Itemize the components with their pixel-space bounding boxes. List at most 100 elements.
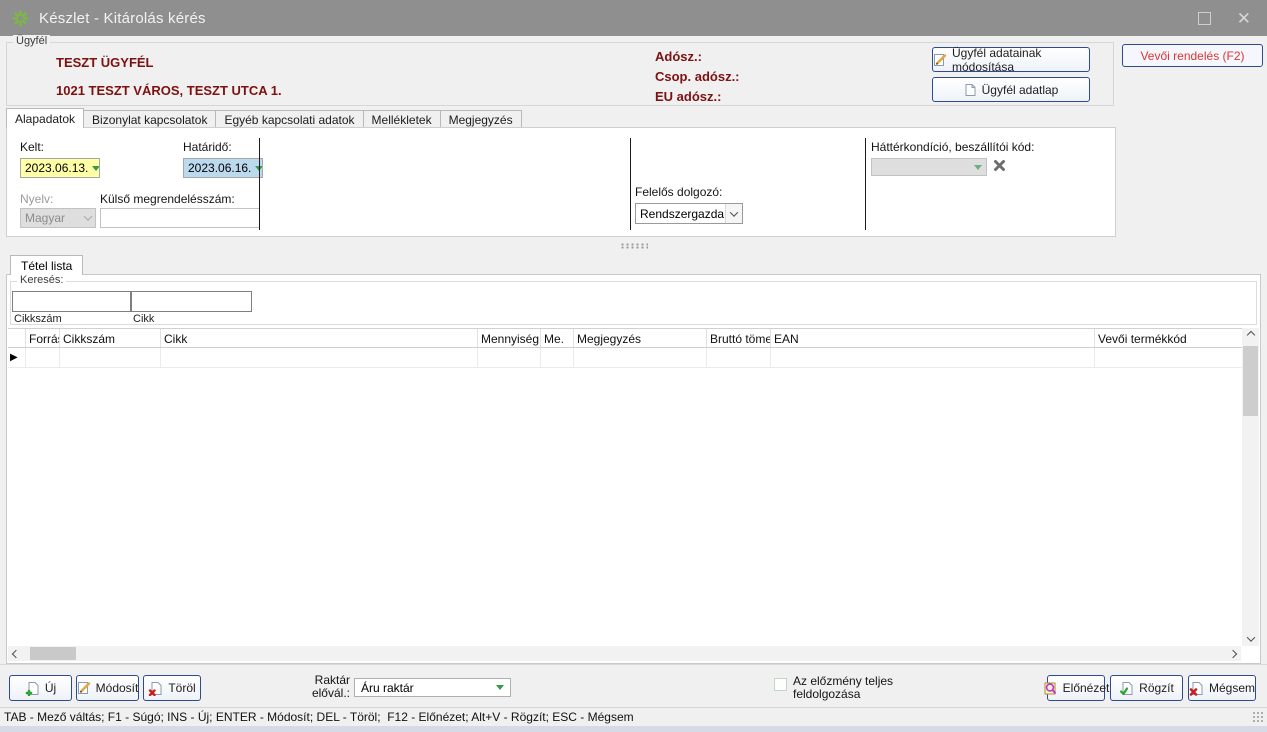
document-icon (964, 83, 977, 97)
hatterkondicio-select (871, 158, 987, 176)
maximize-icon[interactable] (1198, 12, 1211, 25)
item-table-header: Forrás Cikkszám Cikk Mennyiség Me. Megje… (8, 328, 1242, 348)
print-preview-icon (1043, 681, 1058, 696)
action-bar: Új Módosít Töröl (0, 664, 1267, 707)
chevron-down-icon (92, 166, 100, 171)
felelos-dolgozo-value: Rendszergazda Gé (636, 207, 725, 221)
customer-modify-label: Ügyfél adatainak módosítása (952, 46, 1089, 74)
hatterkondicio-label: Háttérkondíció, beszállítói kód: (871, 140, 1034, 154)
status-bar: TAB - Mező váltás; F1 - Súgó; INS - Új; … (0, 707, 1267, 726)
cancel-button[interactable]: Mégsem (1188, 675, 1256, 701)
kelt-label: Kelt: (20, 140, 44, 154)
customer-modify-button[interactable]: Ügyfél adatainak módosítása (932, 47, 1090, 72)
preview-button[interactable]: Előnézet (1047, 675, 1105, 701)
chevron-down-icon (496, 685, 504, 690)
col-megjegyzes[interactable]: Megjegyzés (574, 329, 707, 347)
tab-mellekletek[interactable]: Mellékletek (363, 110, 441, 128)
col-brutto-tomeg[interactable]: Bruttó tömeg (707, 329, 771, 347)
modify-label: Módosít (96, 681, 139, 695)
chevron-down-icon (974, 165, 982, 170)
new-label: Új (45, 681, 56, 695)
hatarido-label: Határidő: (183, 140, 232, 154)
scroll-left-icon[interactable] (12, 649, 20, 657)
scroll-down-icon[interactable] (1246, 633, 1254, 641)
tab-alapadatok[interactable]: Alapadatok (6, 108, 84, 128)
chevron-down-icon (84, 212, 92, 220)
kelt-date-picker[interactable]: 2023.06.13. (20, 158, 100, 178)
raktar-preselect-value: Áru raktár (361, 681, 414, 695)
edit-pencil-icon (933, 53, 947, 67)
chevron-down-icon (725, 204, 742, 223)
col-cikkszam[interactable]: Cikkszám (60, 329, 161, 347)
hatarido-value: 2023.06.16. (188, 161, 251, 175)
new-button[interactable]: Új (9, 675, 72, 701)
col-vevoi-termekkod[interactable]: Vevői termékkód (1095, 329, 1242, 347)
vertical-scrollbar[interactable] (1242, 328, 1259, 646)
raktar-preselect-label: Raktár elővál.: (300, 674, 350, 700)
customer-address: 1021 TESZT VÁROS, TESZT UTCA 1. (56, 83, 282, 98)
col-forras[interactable]: Forrás (26, 329, 60, 347)
app-gear-flower-icon (12, 10, 29, 27)
resize-grip-icon[interactable] (1252, 711, 1263, 722)
table-row[interactable]: ▶ (8, 348, 1242, 368)
window-title: Készlet - Kitárolás kérés (39, 10, 206, 27)
app-window: Készlet - Kitárolás kérés ✕ Ügyfél TESZT… (0, 0, 1267, 732)
customer-groupbox: Ügyfél TESZT ÜGYFÉL 1021 TESZT VÁROS, TE… (6, 42, 1114, 106)
add-document-icon (25, 681, 40, 696)
splitter-grip-icon (620, 243, 648, 249)
modify-button[interactable]: Módosít (76, 675, 139, 701)
kulso-megrendelesszam-label: Külső megrendelésszám: (100, 192, 235, 206)
customer-datasheet-button[interactable]: Ügyfél adatlap (932, 77, 1090, 102)
col-me[interactable]: Me. (541, 329, 574, 347)
cancel-x-document-icon (1189, 681, 1204, 696)
vertical-scroll-thumb[interactable] (1243, 346, 1258, 416)
customer-order-button[interactable]: Vevői rendelés (F2) (1122, 44, 1263, 67)
tab-egyeb-kapcsolati-adatok[interactable]: Egyéb kapcsolati adatok (215, 110, 363, 128)
process-full-history-checkbox[interactable] (774, 678, 787, 691)
divider (630, 138, 631, 230)
main-tabstrip: Alapadatok Bizonylat kapcsolatok Egyéb k… (6, 109, 521, 128)
tab-megjegyzes[interactable]: Megjegyzés (440, 110, 522, 128)
col-selector (8, 329, 26, 347)
row-selector-icon: ▶ (8, 348, 26, 368)
divider (259, 138, 260, 230)
raktar-preselect-select[interactable]: Áru raktár (354, 678, 511, 697)
tax-number-label: Adósz.: (655, 47, 740, 67)
horizontal-scrollbar[interactable] (8, 646, 1241, 661)
process-full-history-label: Az előzmény teljes feldolgozása (793, 675, 905, 701)
col-mennyiseg[interactable]: Mennyiség (478, 329, 541, 347)
close-icon[interactable]: ✕ (1237, 10, 1251, 27)
customer-datasheet-label: Ügyfél adatlap (982, 83, 1059, 97)
scroll-right-icon[interactable] (1229, 649, 1237, 657)
col-ean[interactable]: EAN (771, 329, 1095, 347)
hatarido-date-picker[interactable]: 2023.06.16. (183, 158, 263, 178)
splitter-handle[interactable] (6, 240, 1261, 252)
nyelv-label: Nyelv: (20, 192, 53, 206)
delete-button[interactable]: Töröl (143, 675, 201, 701)
nyelv-value: Magyar (25, 211, 65, 225)
horizontal-scroll-thumb[interactable] (30, 647, 76, 660)
edit-pencil-icon (77, 681, 91, 695)
titlebar: Készlet - Kitárolás kérés ✕ (0, 0, 1267, 36)
felelos-dolgozo-select[interactable]: Rendszergazda Gé (635, 203, 743, 224)
tab-tetel-lista[interactable]: Tétel lista (10, 255, 83, 275)
scroll-up-icon[interactable] (1246, 331, 1254, 339)
item-table: Forrás Cikkszám Cikk Mennyiség Me. Megje… (8, 328, 1242, 368)
customer-group-label: Ügyfél (13, 35, 50, 47)
customer-name: TESZT ÜGYFÉL (56, 55, 154, 70)
delete-x-document-icon (148, 681, 163, 696)
group-tax-number-label: Csop. adósz.: (655, 67, 740, 87)
basic-data-panel: Kelt: 2023.06.13. Határidő: 2023.06.16. … (6, 127, 1116, 237)
delete-label: Töröl (168, 681, 195, 695)
clear-x-icon[interactable] (993, 159, 1006, 172)
preview-label: Előnézet (1063, 681, 1110, 695)
search-groupbox: Keresés: (10, 281, 1257, 325)
kelt-value: 2023.06.13. (25, 161, 88, 175)
customer-order-label: Vevői rendelés (F2) (1140, 49, 1244, 63)
save-button[interactable]: Rögzít (1110, 675, 1183, 701)
eu-tax-number-label: EU adósz.: (655, 87, 740, 107)
nyelv-select: Magyar (20, 208, 96, 228)
tab-bizonylat-kapcsolatok[interactable]: Bizonylat kapcsolatok (83, 110, 216, 128)
kulso-megrendelesszam-input[interactable] (100, 208, 260, 228)
col-cikk[interactable]: Cikk (161, 329, 478, 347)
